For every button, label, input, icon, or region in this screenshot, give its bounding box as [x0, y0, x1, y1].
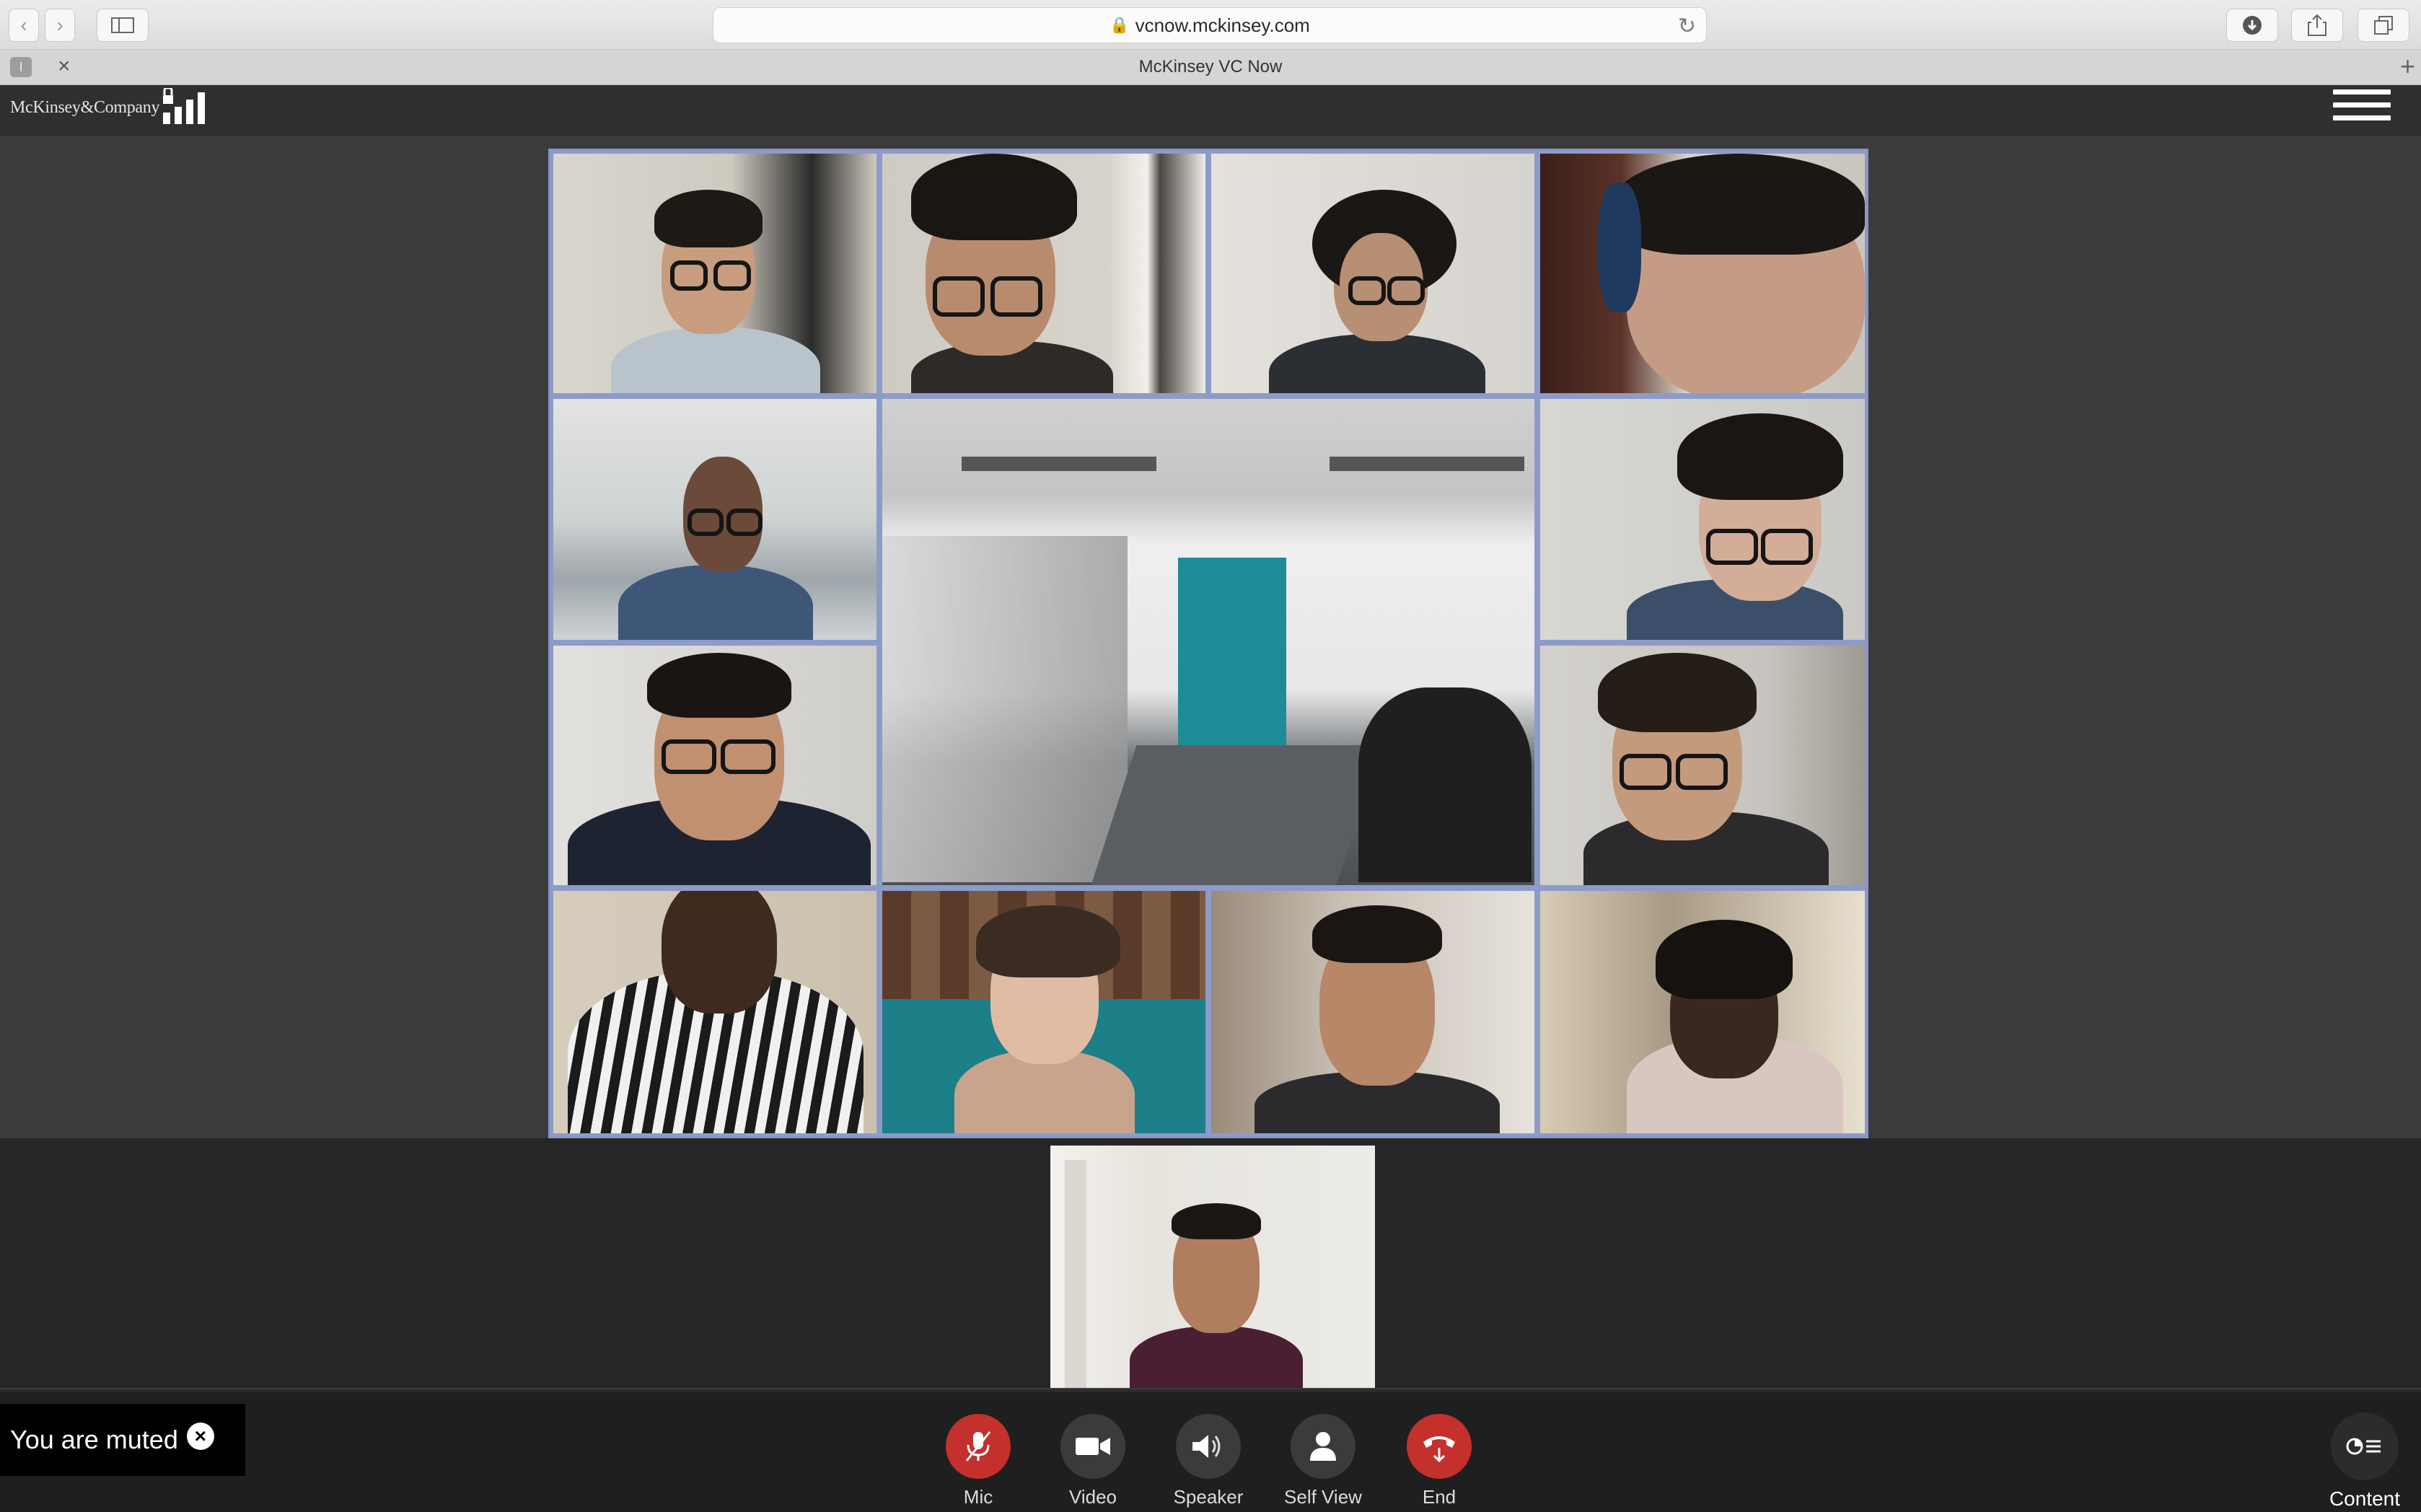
connection-signal-icon[interactable] — [162, 88, 208, 126]
mic-label: Mic — [963, 1486, 993, 1508]
participant-video[interactable] — [882, 891, 1205, 1133]
participant-video[interactable] — [1540, 399, 1865, 640]
speaker-icon — [1176, 1414, 1241, 1479]
self-view-button[interactable]: Self View — [1280, 1414, 1366, 1508]
end-label: End — [1422, 1486, 1456, 1508]
participant-video[interactable] — [1540, 154, 1865, 393]
participant-video[interactable] — [1211, 891, 1534, 1133]
participant-video[interactable] — [1540, 646, 1865, 885]
tab-overview-button[interactable] — [2358, 9, 2409, 42]
person-icon — [1291, 1414, 1356, 1479]
sidebar-toggle-button[interactable] — [97, 9, 149, 42]
self-view-label: Self View — [1284, 1486, 1362, 1508]
tab-title: McKinsey VC Now — [1138, 57, 1283, 76]
participant-video[interactable] — [882, 154, 1205, 393]
address-bar[interactable]: 🔒 vcnow.mckinsey.com ↻ — [713, 7, 1707, 43]
tabs-icon — [2374, 16, 2393, 35]
dismiss-notification-icon[interactable]: × — [186, 1423, 214, 1450]
muted-notification: You are muted × — [0, 1404, 245, 1476]
participant-video[interactable] — [1540, 891, 1865, 1133]
participant-video[interactable] — [553, 154, 876, 393]
video-label: Video — [1068, 1486, 1117, 1508]
conference-room-video[interactable] — [882, 399, 1534, 885]
mic-button[interactable]: Mic — [935, 1414, 1021, 1508]
forward-button[interactable]: › — [45, 9, 75, 42]
participant-video[interactable] — [1211, 154, 1534, 393]
video-camera-icon — [1060, 1414, 1125, 1479]
content-label: Content — [2329, 1487, 2401, 1510]
mic-muted-icon — [946, 1414, 1011, 1479]
content-button[interactable]: Content — [2321, 1412, 2408, 1511]
browser-toolbar: ‹ › 🔒 vcnow.mckinsey.com ↻ — [0, 0, 2421, 50]
participant-grid — [548, 149, 1868, 1138]
end-call-button[interactable]: End — [1396, 1414, 1482, 1508]
speaker-button[interactable]: Speaker — [1165, 1414, 1252, 1508]
participant-video[interactable] — [553, 646, 876, 885]
content-share-icon — [2331, 1412, 2399, 1480]
downloads-button[interactable] — [2226, 9, 2278, 42]
chevron-left-icon: ‹ — [20, 14, 27, 36]
chevron-right-icon: › — [56, 14, 63, 36]
hang-up-icon — [1407, 1414, 1472, 1479]
participant-video[interactable] — [553, 399, 876, 640]
muted-message: You are muted — [10, 1425, 178, 1454]
url-text: vcnow.mckinsey.com — [1135, 14, 1310, 36]
brand-logo: McKinsey&Company — [10, 98, 160, 117]
tab-bar: I × McKinsey VC Now + — [0, 50, 2421, 85]
reload-icon[interactable]: ↻ — [1678, 14, 1696, 39]
speaker-label: Speaker — [1173, 1486, 1244, 1508]
new-tab-icon[interactable]: + — [2400, 51, 2415, 82]
app-header: McKinsey&Company — [0, 85, 2421, 136]
download-icon — [2243, 16, 2262, 35]
participant-video[interactable] — [553, 891, 876, 1133]
hamburger-menu-icon[interactable] — [2333, 89, 2391, 127]
back-button[interactable]: ‹ — [9, 9, 39, 42]
share-icon — [2308, 14, 2326, 36]
lock-icon: 🔒 — [1110, 16, 1130, 34]
video-button[interactable]: Video — [1050, 1414, 1136, 1508]
share-button[interactable] — [2291, 9, 2343, 42]
self-view-video[interactable] — [1050, 1146, 1375, 1388]
sidebar-icon — [111, 17, 134, 33]
